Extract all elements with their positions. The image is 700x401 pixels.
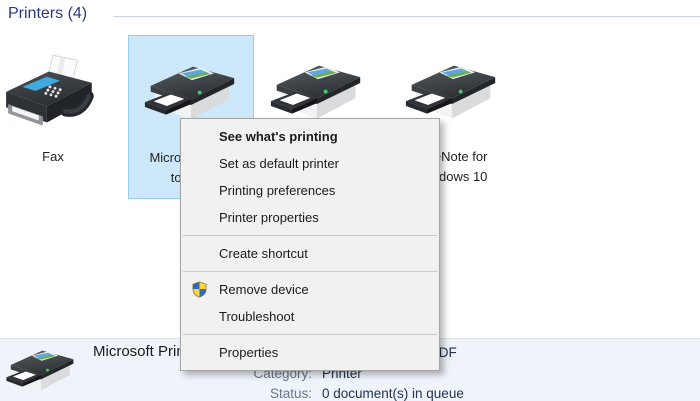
devices-and-printers-view: Printers (4) Fax Microsoft Print to PDF … <box>0 0 700 400</box>
menu-item-see-whats-printing[interactable]: See what's printing <box>181 123 439 150</box>
menu-item-printer-properties[interactable]: Printer properties <box>181 204 439 231</box>
group-divider-line <box>113 16 700 17</box>
menu-item-set-as-default-printer[interactable]: Set as default printer <box>181 150 439 177</box>
detail-value: 0 document(s) in queue <box>322 386 464 401</box>
menu-separator <box>183 271 437 272</box>
device-label: Fax <box>0 147 106 167</box>
menu-item-create-shortcut[interactable]: Create shortcut <box>181 240 439 267</box>
menu-separator <box>183 334 437 335</box>
printers-group-title: Printers (4) <box>8 5 87 23</box>
menu-item-properties[interactable]: Properties <box>181 339 439 366</box>
fax-icon <box>2 53 104 139</box>
menu-separator <box>183 235 437 236</box>
menu-item-remove-device[interactable]: Remove device <box>181 276 439 303</box>
menu-item-label: Remove device <box>219 282 309 297</box>
menu-item-troubleshoot[interactable]: Troubleshoot <box>181 303 439 330</box>
uac-shield-icon <box>191 281 208 298</box>
printer-context-menu: See what's printing Set as default print… <box>180 118 440 371</box>
detail-row-status: Status: 0 document(s) in queue <box>220 386 464 401</box>
printer-icon <box>5 344 77 399</box>
device-tile-fax[interactable]: Fax <box>0 35 106 199</box>
menu-item-printing-preferences[interactable]: Printing preferences <box>181 177 439 204</box>
detail-label: Status: <box>220 386 312 401</box>
